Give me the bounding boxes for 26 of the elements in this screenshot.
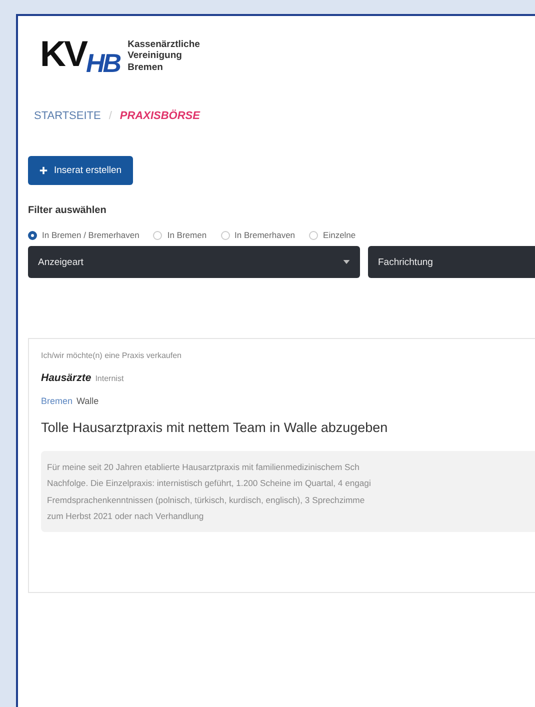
region-radio[interactable]: Einzelne xyxy=(309,230,356,240)
description-line: zum Herbst 2021 oder nach Verhandlung xyxy=(47,510,205,523)
city-link[interactable]: Bremen xyxy=(41,396,73,406)
description-line: Für meine seit 20 Jahren etablierte Hausarztpraxis mit familienmedizinischem Sch xyxy=(47,461,360,474)
description-line: Nachfolge. Die Einzelpraxis: internistisch geführt, 1.200 Scheine im Quartal, 4 engagi xyxy=(47,477,372,490)
breadcrumb-separator: / xyxy=(108,110,112,122)
region-radio[interactable]: In Bremen / Bremerhaven xyxy=(28,230,140,240)
subspecialty: Internist xyxy=(95,374,124,383)
listing-type: Ich/wir möchte(n) eine Praxis verkaufen xyxy=(41,351,182,360)
description-line: Fremdsprachenkenntnissen (polnisch, türkisch, kurdisch, englisch), 3 Sprechzimme xyxy=(47,494,366,507)
district: Walle xyxy=(76,396,99,406)
plus-icon xyxy=(39,166,48,175)
organization-name: Kassenärztliche Vereinigung Bremen xyxy=(128,38,200,74)
region-radio[interactable]: In Bremen xyxy=(153,230,207,240)
breadcrumb-link[interactable]: PRAXISBÖRSE xyxy=(120,110,200,122)
region-radio[interactable]: In Bremerhaven xyxy=(220,230,296,240)
logo-mark: KV$_{HB}$ xyxy=(40,36,120,76)
caret-icon xyxy=(343,260,350,264)
filter-heading: Filter auswählen xyxy=(28,205,108,216)
filter-dropdown[interactable]: Anzeigeart xyxy=(28,246,360,278)
radio-circle[interactable] xyxy=(28,230,37,240)
breadcrumb-link[interactable]: STARTSEITE xyxy=(34,110,101,122)
create-listing-button[interactable]: Inserat erstellen xyxy=(28,156,133,185)
listing-title: Tolle Hausarztpraxis mit nettem Team in Walle abzugeben xyxy=(41,420,389,435)
filter-dropdown[interactable]: Fachrichtung xyxy=(368,246,535,278)
specialty: Hausärzte xyxy=(41,372,92,384)
